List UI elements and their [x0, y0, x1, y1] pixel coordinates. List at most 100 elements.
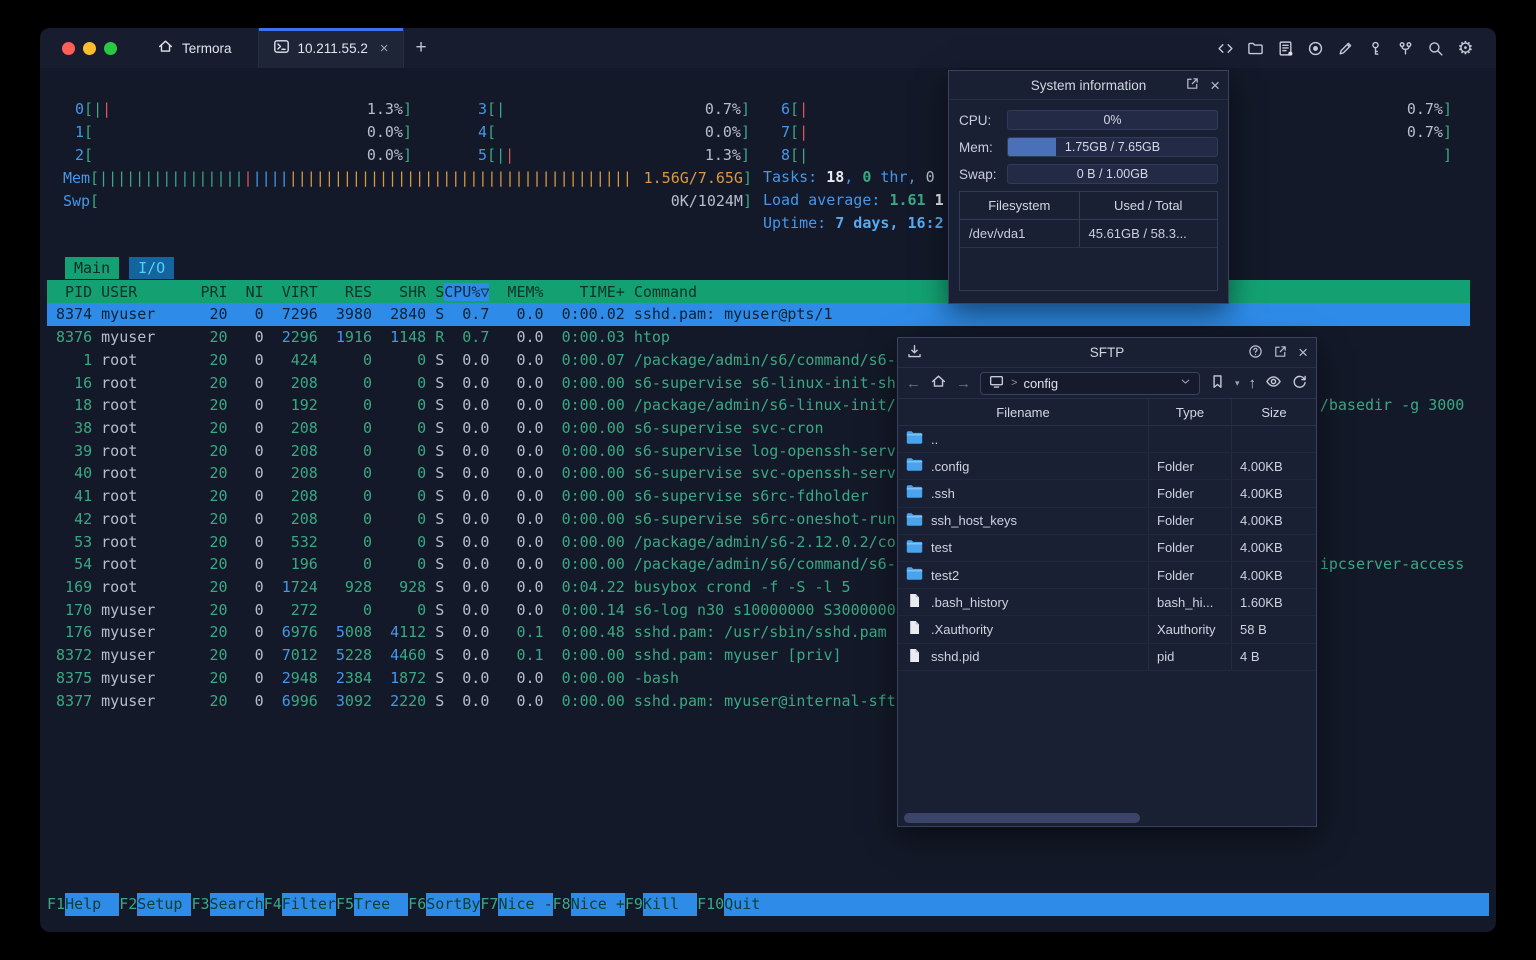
column-header-res[interactable]: RES: [318, 283, 372, 301]
fkey-action-nice[interactable]: Nice -: [498, 893, 553, 916]
fkey-action-sortby[interactable]: SortBy: [426, 893, 480, 916]
horizontal-scrollbar[interactable]: [904, 813, 1140, 823]
meter-bar: |: [144, 168, 154, 187]
file-row[interactable]: .ssh Folder 4.00KB: [898, 480, 1316, 508]
file-row[interactable]: ..: [898, 426, 1316, 454]
cell: 1148: [372, 328, 426, 346]
sftp-table-header[interactable]: Filename Type Size: [898, 399, 1316, 426]
column-header-s[interactable]: S: [426, 283, 444, 301]
htop-tab-main[interactable]: Main: [65, 257, 120, 279]
sysinfo-meter-row: Mem: 1.75GB / 7.65GB: [959, 137, 1218, 157]
close-icon[interactable]: ×: [1298, 344, 1308, 361]
cpu-meter-1: 1[0.0%]: [75, 120, 412, 143]
help-icon[interactable]: [1248, 344, 1263, 362]
cell-hi: 2: [281, 328, 291, 347]
fkey-action-help[interactable]: Help: [65, 893, 120, 916]
type-column-header[interactable]: Type: [1149, 399, 1232, 425]
cell-hi: 1: [281, 577, 291, 596]
text-segment: Tasks:: [763, 168, 827, 186]
fkey-f8: F8: [552, 895, 571, 913]
cell-ni: 0: [254, 487, 264, 506]
fkey-action-nice[interactable]: Nice +: [570, 893, 625, 916]
meter-bar: |: [342, 168, 352, 187]
fkey-action-setup[interactable]: Setup: [137, 893, 192, 916]
column-header-ni[interactable]: NI: [228, 283, 264, 301]
forward-icon[interactable]: →: [956, 375, 971, 392]
cell-lo: 996: [290, 691, 318, 710]
cell-lo: 724: [290, 577, 318, 596]
bookmark-dropdown-icon[interactable]: ▾: [1235, 378, 1240, 389]
column-header-pri[interactable]: PRI: [191, 283, 227, 301]
file-row[interactable]: test Folder 4.00KB: [898, 534, 1316, 562]
cell-ni: 0: [254, 691, 264, 710]
cell-lo: 0: [417, 396, 427, 415]
filesystem-row[interactable]: /dev/vda1 45.61GB / 58.3...: [960, 220, 1217, 248]
cell-lo: 0: [362, 600, 373, 619]
file-name-cell: sshd.pid: [898, 643, 1149, 670]
cell-lo: 0: [362, 418, 373, 437]
file-row[interactable]: ssh_host_keys Folder 4.00KB: [898, 507, 1316, 535]
column-header-time[interactable]: TIME+: [544, 283, 625, 301]
cell-state: S: [435, 487, 445, 506]
cell-cpu: 0.7: [462, 328, 490, 347]
refresh-icon[interactable]: [1291, 373, 1308, 393]
sysinfo-meter-text: 1.75GB / 7.65GB: [1064, 140, 1161, 154]
fkey-action-kill[interactable]: Kill: [642, 893, 698, 916]
column-header-cpu[interactable]: CPU%▽: [444, 282, 489, 301]
cell-pid: 40: [74, 464, 93, 483]
open-in-window-icon[interactable]: [1185, 76, 1200, 94]
folder-icon: [906, 430, 923, 448]
download-icon[interactable]: [906, 343, 923, 363]
size-column-header[interactable]: Size: [1232, 399, 1316, 425]
file-name: ..: [931, 431, 939, 447]
chevron-down-icon[interactable]: [1179, 375, 1192, 391]
process-row[interactable]: 8374 myuser 20 0 7296 3980 2840 S 0.7 0.0 0:00.02 s…: [47, 303, 1470, 326]
file-row[interactable]: .bash_history bash_hi... 1.60KB: [898, 589, 1316, 617]
cell: 272: [264, 601, 318, 619]
fkey-action-quit[interactable]: Quit: [724, 893, 1489, 916]
fkey-action-filter[interactable]: Filter: [281, 893, 336, 916]
file-row[interactable]: sshd.pid pid 4 B: [898, 643, 1316, 671]
back-icon[interactable]: ←: [906, 375, 921, 392]
fkey-action-search[interactable]: Search: [209, 893, 264, 916]
cell-hi: 7: [281, 305, 291, 324]
file-row[interactable]: test2 Folder 4.00KB: [898, 561, 1316, 590]
meter-bar: |: [180, 168, 190, 187]
column-header-user[interactable]: USER: [101, 283, 191, 301]
file-row[interactable]: .config Folder 4.00KB: [898, 453, 1316, 481]
file-name-cell: test: [898, 534, 1149, 561]
show-hidden-icon[interactable]: [1265, 373, 1282, 393]
sysinfo-meter-bar: 0 B / 1.00GB: [1007, 164, 1218, 184]
fkey-action-tree[interactable]: Tree: [354, 893, 409, 916]
cpu-percent: 0.0%: [704, 122, 741, 141]
file-row[interactable]: .Xauthority Xauthority 58 B: [898, 616, 1316, 644]
cell-lo: 0: [362, 396, 373, 415]
cell-lo: 0: [362, 373, 373, 392]
cell-cpu: 0.0: [462, 418, 490, 437]
cell: 0: [318, 601, 372, 619]
column-header-virt[interactable]: VIRT: [264, 283, 318, 301]
open-in-window-icon[interactable]: [1273, 344, 1288, 362]
column-header-shr[interactable]: SHR: [372, 283, 426, 301]
cell: 4460: [372, 646, 426, 664]
cell-time: 0:00.00: [561, 509, 625, 528]
cell-state: R: [435, 328, 445, 347]
meter-label: Swp: [63, 191, 91, 210]
process-table-header[interactable]: PID USER PRI NI VIRT RES SHR S CPU%▽ MEM% TIME+ Com…: [47, 280, 1470, 303]
bookmark-icon[interactable]: [1209, 373, 1226, 393]
home-icon[interactable]: [930, 373, 947, 393]
htop-tab-io[interactable]: I/O: [129, 257, 175, 279]
up-directory-icon[interactable]: ↑: [1249, 375, 1257, 392]
cell: 2384: [318, 669, 372, 687]
meter-bar: |: [315, 168, 325, 187]
column-header-pid[interactable]: PID: [47, 283, 92, 301]
cell-pid: 42: [74, 509, 93, 528]
cell-state: S: [435, 577, 445, 596]
close-icon[interactable]: ×: [1210, 77, 1220, 94]
filename-column-header[interactable]: Filename: [898, 399, 1149, 425]
text-segment: 7 days, 16:2: [835, 214, 944, 232]
meter-bar: |: [469, 168, 479, 187]
path-breadcrumb[interactable]: > config: [980, 371, 1200, 395]
cell-pid: 169: [65, 577, 93, 596]
column-header-mem[interactable]: MEM%: [489, 283, 543, 301]
